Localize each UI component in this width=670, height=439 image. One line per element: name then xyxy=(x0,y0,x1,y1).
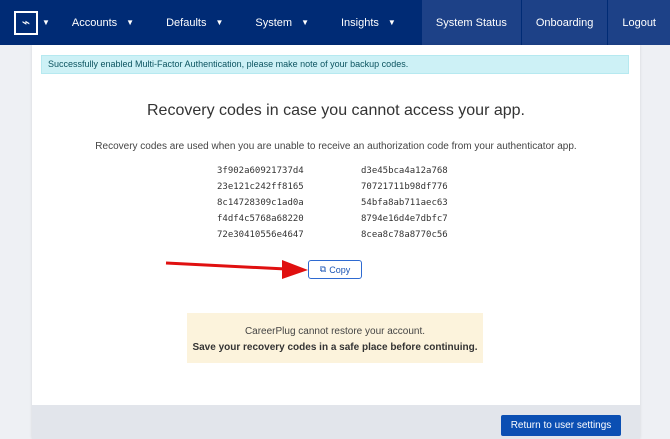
recovery-codes: 3f902a60921737d4 d3e45bca4a12a768 23e121c… xyxy=(217,166,461,240)
nav-label: System xyxy=(255,16,293,29)
nav-system[interactable]: System ▼ xyxy=(239,17,325,29)
nav-system-status[interactable]: System Status xyxy=(420,0,521,45)
chevron-down-icon: ▼ xyxy=(126,18,135,27)
warning-box: CareerPlug cannot restore your account. … xyxy=(187,313,483,363)
copy-label: Copy xyxy=(329,264,351,275)
warning-line2: Save your recovery codes in a safe place… xyxy=(192,342,478,353)
success-alert: Successfully enabled Multi-Factor Authen… xyxy=(41,55,629,74)
nav-logout[interactable]: Logout xyxy=(607,0,670,45)
description: Recovery codes are used when you are una… xyxy=(95,141,577,152)
chevron-down-icon: ▼ xyxy=(301,18,309,27)
code: 72e30410556e4647 xyxy=(217,230,304,240)
code: 8794e16d4e7dbfc7 xyxy=(361,214,448,224)
chevron-down-icon: ▼ xyxy=(387,18,396,27)
red-arrow-annotation xyxy=(165,260,308,279)
nav-defaults[interactable]: Defaults ▼ xyxy=(150,17,239,29)
code: 8cea8c78a8770c56 xyxy=(361,230,448,240)
nav-label: Accounts xyxy=(71,16,118,29)
top-nav: ⌁ ▼ Accounts ▼ Defaults ▼ System ▼ Insights… xyxy=(0,0,670,45)
code: 70721711b98df776 xyxy=(361,182,448,192)
page-title: Recovery codes in case you cannot access… xyxy=(147,102,525,119)
code: d3e45bca4a12a768 xyxy=(361,166,448,176)
nav-onboarding[interactable]: Onboarding xyxy=(520,0,608,45)
code: f4df4c5768a68220 xyxy=(217,214,304,224)
nav-insights[interactable]: Insights ▼ xyxy=(325,17,412,29)
nav-label: Defaults xyxy=(166,16,207,29)
chevron-down-icon[interactable]: ▼ xyxy=(42,18,50,27)
code: 54bfa8ab711aec63 xyxy=(361,198,448,208)
warning-line1: CareerPlug cannot restore your account. xyxy=(244,326,426,337)
nav-label: Insights xyxy=(340,16,379,29)
logo-icon[interactable]: ⌁ xyxy=(14,10,38,35)
nav-accounts[interactable]: Accounts ▼ xyxy=(56,17,150,29)
code: 8c14728309c1ad0a xyxy=(217,198,304,208)
code: 23e121c242ff8165 xyxy=(217,182,304,192)
copy-button[interactable]: ⧉ Copy xyxy=(308,260,362,279)
chevron-down-icon: ▼ xyxy=(215,18,224,27)
code: 3f902a60921737d4 xyxy=(217,166,304,176)
return-to-user-settings-button[interactable]: Return to user settings xyxy=(501,415,621,436)
copy-icon: ⧉ xyxy=(319,264,327,274)
